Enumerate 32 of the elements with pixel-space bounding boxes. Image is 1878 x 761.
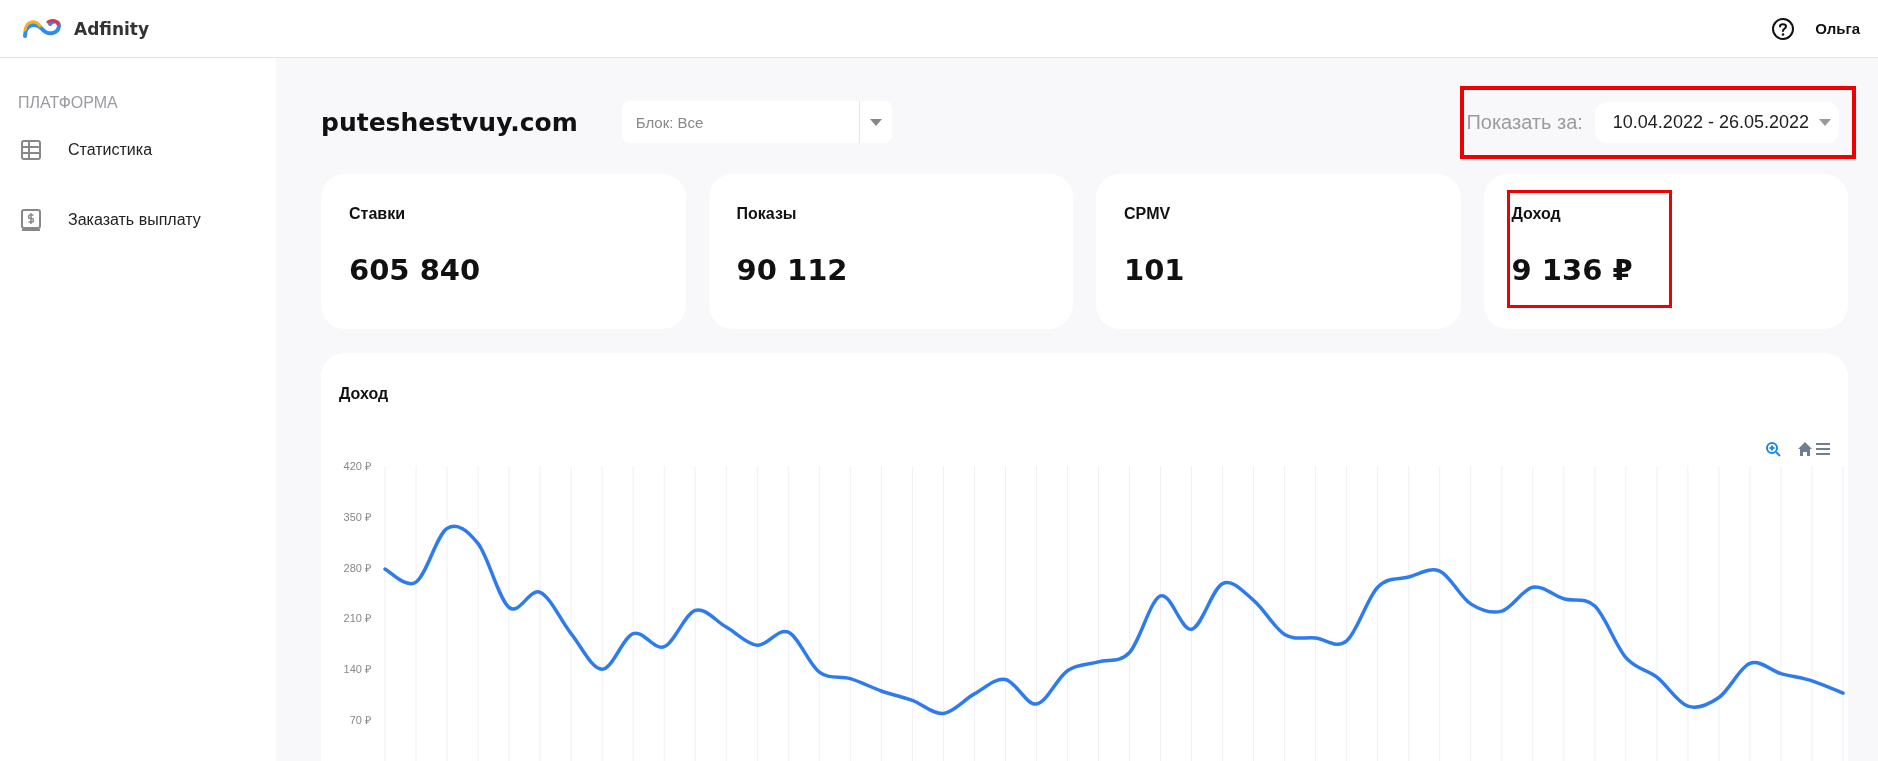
user-name[interactable]: Ольга — [1815, 20, 1860, 37]
stat-label: Доход — [1511, 205, 1562, 223]
menu-icon[interactable] — [1815, 443, 1831, 455]
y-axis-label: 70 ₽ — [349, 714, 371, 726]
y-axis-label: 350 ₽ — [343, 510, 371, 523]
stat-value: 90 112 — [736, 253, 848, 287]
chart-title: Доход — [338, 384, 390, 404]
stat-label: CPMV — [1124, 205, 1172, 223]
table-icon — [20, 139, 42, 161]
y-axis-label: 140 ₽ — [343, 663, 371, 676]
caret-icon — [869, 118, 882, 126]
help-icon[interactable] — [1771, 16, 1796, 41]
stat-value: 9 136 ₽ — [1511, 253, 1633, 287]
dollar-icon — [20, 208, 42, 232]
logo-text[interactable]: Adfinity — [74, 18, 150, 39]
zoom-icon[interactable] — [1766, 442, 1781, 457]
site-title: puteshestvuy.com — [321, 107, 578, 137]
sidebar-item[interactable]: Статистика — [18, 132, 276, 168]
stat-label: Ставки — [349, 205, 406, 223]
stat-label: Показы — [736, 205, 798, 223]
sidebar-section-title: ПЛАТФОРМА — [18, 94, 119, 112]
y-axis-label: 420 ₽ — [343, 460, 371, 472]
date-range-label: Показать за: — [1466, 110, 1583, 134]
stat-value: 605 840 — [349, 253, 481, 287]
block-dropdown[interactable]: Блок: Все — [621, 101, 892, 143]
y-axis-label: 210 ₽ — [343, 612, 371, 625]
home-icon[interactable] — [1798, 442, 1812, 456]
sidebar-item[interactable]: Заказать выплату — [18, 202, 276, 238]
caret-icon — [1819, 118, 1831, 126]
stat-value: 101 — [1124, 253, 1185, 287]
y-axis-label: 280 ₽ — [343, 561, 371, 574]
date-range-dropdown[interactable]: 10.04.2022 - 26.05.2022 — [1594, 101, 1839, 143]
